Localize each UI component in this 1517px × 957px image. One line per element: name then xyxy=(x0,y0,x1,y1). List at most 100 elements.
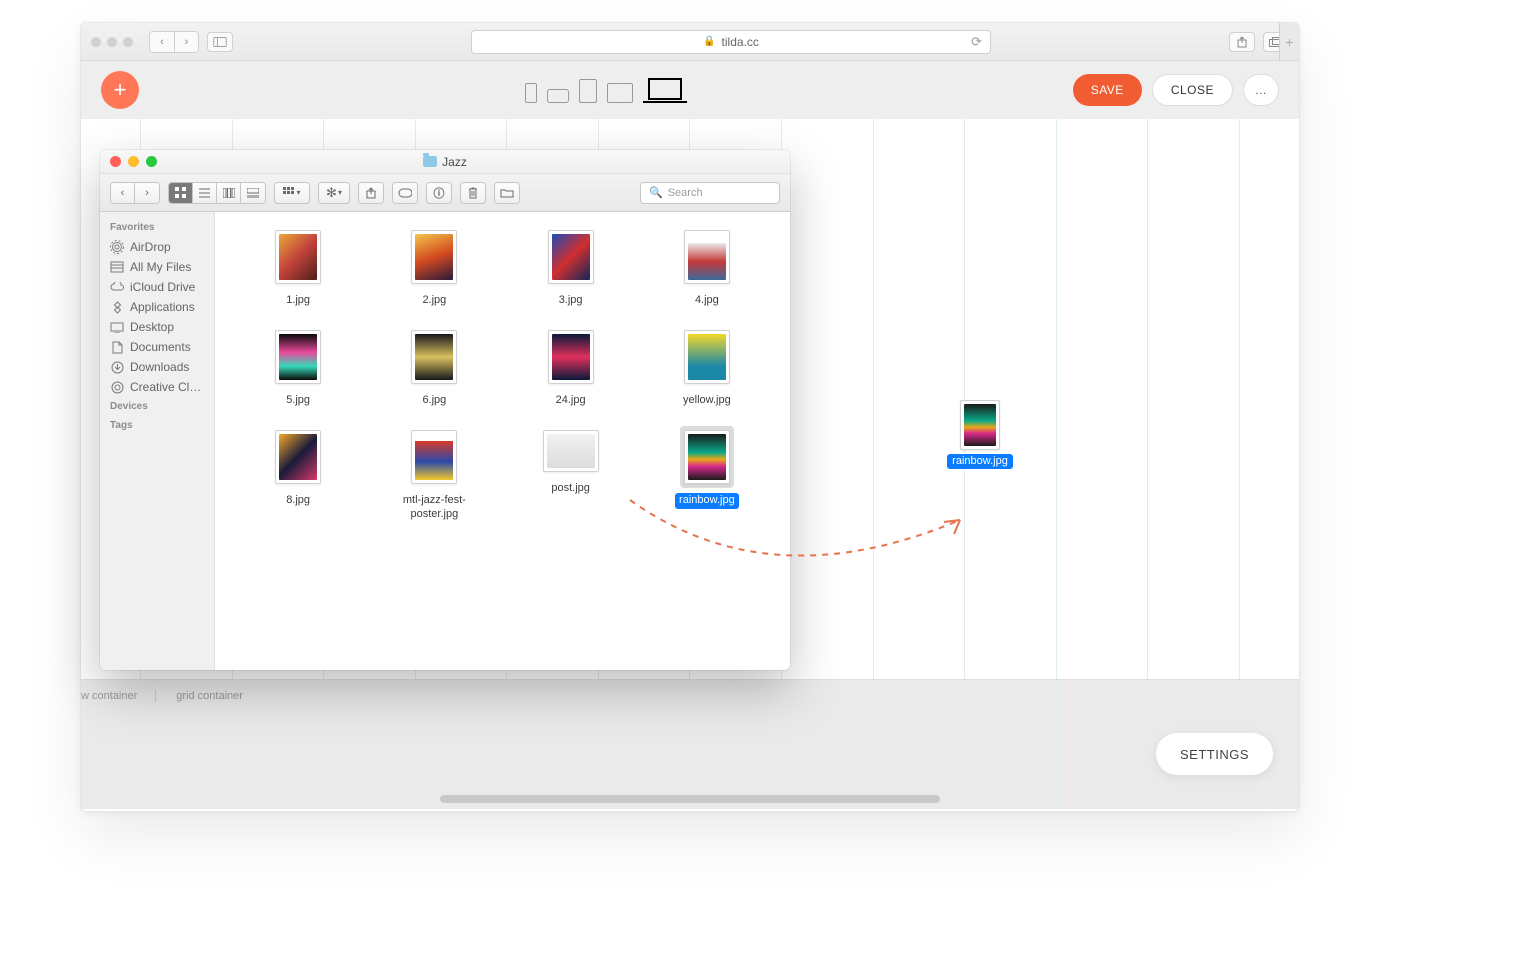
container-tab[interactable]: grid container xyxy=(176,690,261,702)
file-item[interactable]: 1.jpg xyxy=(233,226,363,308)
finder-titlebar[interactable]: Jazz xyxy=(100,150,790,174)
close-button[interactable]: CLOSE xyxy=(1152,74,1233,106)
sidebar-section-header: Tags xyxy=(100,416,214,435)
file-thumbnail xyxy=(275,230,321,284)
grid-small-icon xyxy=(283,187,294,198)
sidebar-toggle-button[interactable] xyxy=(207,32,233,52)
close-window-button[interactable] xyxy=(110,156,121,167)
new-folder-button[interactable] xyxy=(494,182,520,204)
url-bar[interactable]: 🔒 tilda.cc ⟳ xyxy=(471,30,991,54)
gallery-view-button[interactable] xyxy=(241,182,265,204)
window-controls[interactable] xyxy=(91,37,133,47)
app-toolbar: + SAVE CLOSE … xyxy=(81,61,1299,119)
file-item[interactable]: post.jpg xyxy=(506,426,636,521)
sidebar-item[interactable]: iCloud Drive xyxy=(100,277,214,297)
gear-icon: ✻ xyxy=(326,185,337,201)
back-button[interactable]: ‹ xyxy=(111,182,135,204)
icon-view-button[interactable] xyxy=(169,182,193,204)
viewport-phone-landscape-icon[interactable] xyxy=(547,89,569,103)
sidebar-item[interactable]: All My Files xyxy=(100,257,214,277)
minimize-window-button[interactable] xyxy=(128,156,139,167)
arrange-button[interactable]: ▾ xyxy=(274,182,310,204)
file-thumbnail xyxy=(411,430,457,484)
sidebar-item[interactable]: Creative Cl… xyxy=(100,377,214,397)
share-button[interactable] xyxy=(358,182,384,204)
search-placeholder: Search xyxy=(668,187,703,199)
file-thumbnail xyxy=(543,430,599,472)
list-view-button[interactable] xyxy=(193,182,217,204)
container-tab[interactable]: w container xyxy=(81,690,156,702)
sidebar-item[interactable]: Desktop xyxy=(100,317,214,337)
viewport-phone-icon[interactable] xyxy=(525,83,537,103)
viewport-tablet-icon[interactable] xyxy=(579,79,597,103)
delete-button[interactable] xyxy=(460,182,486,204)
list-icon xyxy=(199,188,210,198)
save-button[interactable]: SAVE xyxy=(1073,74,1142,106)
traffic-lights xyxy=(110,156,157,167)
tags-button[interactable] xyxy=(392,182,418,204)
forward-button[interactable]: › xyxy=(135,182,159,204)
sidebar-section-header: Devices xyxy=(100,397,214,416)
file-item[interactable]: 24.jpg xyxy=(506,326,636,408)
share-icon xyxy=(366,187,376,199)
back-button[interactable]: ‹ xyxy=(150,32,174,52)
file-item[interactable]: 4.jpg xyxy=(642,226,772,308)
settings-button[interactable]: SETTINGS xyxy=(1156,733,1273,775)
file-item[interactable]: 6.jpg xyxy=(369,326,499,408)
file-label: 4.jpg xyxy=(691,293,723,308)
info-button[interactable]: ⓘ xyxy=(426,182,452,204)
sidebar-item-label: AirDrop xyxy=(130,240,171,254)
new-tab-button[interactable]: + xyxy=(1279,23,1299,61)
dot[interactable] xyxy=(107,37,117,47)
share-button[interactable] xyxy=(1229,32,1255,52)
reload-icon[interactable]: ⟳ xyxy=(971,34,982,50)
file-item[interactable]: rainbow.jpg xyxy=(642,426,772,521)
trash-icon xyxy=(468,187,478,199)
forward-button[interactable]: › xyxy=(174,32,198,52)
dot[interactable] xyxy=(91,37,101,47)
apps-icon xyxy=(110,300,124,314)
file-label: mtl-jazz-fest-poster.jpg xyxy=(384,493,484,521)
viewport-tablet-landscape-icon[interactable] xyxy=(607,83,633,103)
finder-body: FavoritesAirDropAll My FilesiCloud Drive… xyxy=(100,212,790,670)
coverflow-icon xyxy=(247,188,259,198)
zoom-window-button[interactable] xyxy=(146,156,157,167)
downloads-icon xyxy=(110,360,124,374)
horizontal-scrollbar[interactable] xyxy=(440,795,940,803)
app-right-buttons: SAVE CLOSE … xyxy=(1073,74,1279,106)
sidebar-item-label: Downloads xyxy=(130,360,189,374)
dragged-file[interactable]: rainbow.jpg xyxy=(950,400,1010,469)
sidebar-item[interactable]: Downloads xyxy=(100,357,214,377)
file-label: post.jpg xyxy=(547,481,594,496)
sidebar-item[interactable]: Documents xyxy=(100,337,214,357)
viewport-desktop-icon[interactable] xyxy=(643,78,687,103)
action-button[interactable]: ✻▾ xyxy=(318,182,350,204)
file-thumbnail xyxy=(275,430,321,484)
file-thumbnail xyxy=(275,330,321,384)
sidebar-item[interactable]: AirDrop xyxy=(100,237,214,257)
dot[interactable] xyxy=(123,37,133,47)
finder-toolbar: ‹ › ▾ ✻▾ xyxy=(100,174,790,212)
more-button[interactable]: … xyxy=(1243,74,1279,106)
file-thumbnail xyxy=(548,230,594,284)
file-item[interactable]: 5.jpg xyxy=(233,326,363,408)
file-item[interactable]: mtl-jazz-fest-poster.jpg xyxy=(369,426,499,521)
sidebar-item[interactable]: Applications xyxy=(100,297,214,317)
file-thumbnail xyxy=(684,430,730,484)
viewport-switcher xyxy=(525,78,687,103)
finder-file-grid[interactable]: 1.jpg2.jpg3.jpg 4.jpg 5.jpg6.jpg24.jpgyell… xyxy=(215,212,790,670)
column-view-button[interactable] xyxy=(217,182,241,204)
grid-icon xyxy=(175,187,186,198)
add-block-button[interactable]: + xyxy=(101,71,139,109)
panel-icon xyxy=(213,37,227,47)
finder-search[interactable]: 🔍 Search xyxy=(640,182,780,204)
file-thumbnail xyxy=(684,330,730,384)
file-item[interactable]: 8.jpg xyxy=(233,426,363,521)
file-thumbnail xyxy=(411,230,457,284)
file-item[interactable]: 3.jpg xyxy=(506,226,636,308)
view-mode-switcher xyxy=(168,182,266,204)
airdrop-icon xyxy=(110,240,124,254)
sidebar-item-label: iCloud Drive xyxy=(130,280,195,294)
file-item[interactable]: yellow.jpg xyxy=(642,326,772,408)
file-item[interactable]: 2.jpg xyxy=(369,226,499,308)
